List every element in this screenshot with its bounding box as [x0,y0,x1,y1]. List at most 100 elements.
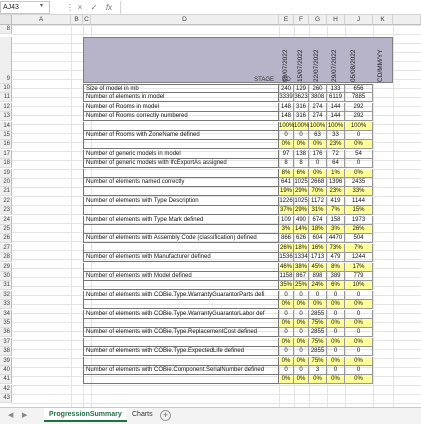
row-header[interactable]: 23 [0,206,12,216]
select-all-corner[interactable] [0,15,12,25]
stage-value[interactable]: CD [280,76,295,84]
value-cell[interactable]: 0 [345,328,373,338]
row-header[interactable]: 33 [0,300,12,310]
function-icon[interactable]: fx [103,1,115,14]
value-cell[interactable]: 0 [294,347,309,357]
value-cell[interactable]: 0% [309,140,327,150]
row-header[interactable]: 38 [0,347,12,357]
value-cell[interactable]: 6119 [327,93,345,103]
value-cell[interactable]: 29% [294,187,309,197]
value-cell[interactable]: 1% [327,168,345,178]
metric-label[interactable]: Number of elements with Assembly Code (c… [83,234,279,244]
row-header[interactable]: 39 [0,356,12,366]
metric-label[interactable] [83,168,279,178]
value-cell[interactable]: 176 [309,149,327,159]
value-cell[interactable]: 33% [345,187,373,197]
value-cell[interactable]: 1172 [309,196,327,206]
value-cell[interactable]: 604 [309,234,327,244]
value-cell[interactable]: 1226 [279,196,294,206]
row-header[interactable]: 32 [0,290,12,300]
value-cell[interactable]: 1334 [294,253,309,263]
metric-label[interactable]: Number of elements in model [83,93,279,103]
value-cell[interactable]: 292 [345,112,373,122]
value-cell[interactable]: 1158 [279,272,294,281]
row-header[interactable]: 18 [0,159,12,169]
value-cell[interactable]: 4470 [327,234,345,244]
value-cell[interactable]: 0 [345,131,373,140]
sheet-tab[interactable]: Charts [127,408,158,422]
value-cell[interactable]: 0 [309,290,327,300]
metric-label[interactable]: Number of Rooms correctly numbered [83,112,279,122]
value-cell[interactable]: 0% [294,375,309,385]
value-cell[interactable]: 867 [294,272,309,281]
row-header[interactable]: 25 [0,225,12,234]
value-cell[interactable]: 18% [294,243,309,253]
value-cell[interactable]: 72 [327,149,345,159]
value-cell[interactable]: 316 [294,112,309,122]
value-cell[interactable]: 129 [294,84,309,93]
value-cell[interactable]: 75% [309,356,327,366]
value-cell[interactable]: 24% [309,281,327,291]
row-header[interactable]: 8 [0,25,12,34]
metric-label[interactable] [83,319,279,328]
value-cell[interactable]: 8 [279,159,294,169]
row-header[interactable]: 24 [0,215,12,225]
value-cell[interactable]: 17% [345,262,373,272]
value-cell[interactable]: 3808 [309,93,327,103]
column-header[interactable]: G [309,15,327,25]
row-header[interactable]: 29 [0,262,12,272]
value-cell[interactable]: 3% [327,225,345,234]
value-cell[interactable]: 2855 [309,309,327,319]
metric-label[interactable]: Number of elements with COBie.Component.… [83,366,279,375]
row-header[interactable]: 19 [0,168,12,178]
row-header[interactable]: 31 [0,281,12,291]
value-cell[interactable]: 1973 [345,215,373,225]
value-cell[interactable]: 46% [279,262,294,272]
value-cell[interactable]: 0% [345,168,373,178]
row-header[interactable]: 43 [0,394,12,404]
value-cell[interactable]: 0% [279,140,294,150]
value-cell[interactable]: 45% [309,262,327,272]
value-cell[interactable]: 1025 [294,196,309,206]
value-cell[interactable]: 0 [309,159,327,169]
value-cell[interactable]: 0 [294,309,309,319]
value-cell[interactable]: 144 [327,102,345,112]
value-cell[interactable]: 0% [327,300,345,310]
value-cell[interactable]: 0 [327,347,345,357]
value-cell[interactable]: 656 [345,84,373,93]
value-cell[interactable]: 100% [294,121,309,131]
value-cell[interactable]: 2668 [309,178,327,187]
chevron-right-icon[interactable]: ▶ [22,411,27,419]
value-cell[interactable]: 16% [309,243,327,253]
value-cell[interactable]: 0 [294,131,309,140]
value-cell[interactable]: 33 [327,131,345,140]
value-cell[interactable]: 274 [309,102,327,112]
metric-label[interactable] [83,356,279,366]
metric-label[interactable]: Number of elements with Manufacturer def… [83,253,279,263]
value-cell[interactable]: 97 [279,149,294,159]
value-cell[interactable]: 0 [294,290,309,300]
value-cell[interactable]: 6% [294,168,309,178]
value-cell[interactable]: 0 [345,290,373,300]
value-cell[interactable]: 260 [309,84,327,93]
column-header[interactable]: A [12,15,71,25]
column-header[interactable]: C [83,15,91,25]
value-cell[interactable]: 0% [279,300,294,310]
value-cell[interactable]: 0% [345,375,373,385]
value-cell[interactable]: 479 [327,253,345,263]
value-cell[interactable]: 0% [345,300,373,310]
row-header[interactable]: 34 [0,309,12,319]
value-cell[interactable]: 1025 [294,178,309,187]
formula-input[interactable] [120,1,418,14]
metric-label[interactable] [83,375,279,385]
value-cell[interactable]: 0% [309,168,327,178]
column-header[interactable] [393,15,421,25]
metric-label[interactable]: Number of Rooms with ZoneName defined [83,131,279,140]
row-header[interactable]: 35 [0,319,12,328]
value-cell[interactable]: 23% [327,187,345,197]
value-cell[interactable]: 419 [327,196,345,206]
value-cell[interactable]: 100% [279,121,294,131]
value-cell[interactable]: 0 [345,347,373,357]
value-cell[interactable]: 2855 [309,347,327,357]
value-cell[interactable]: 8 [294,159,309,169]
